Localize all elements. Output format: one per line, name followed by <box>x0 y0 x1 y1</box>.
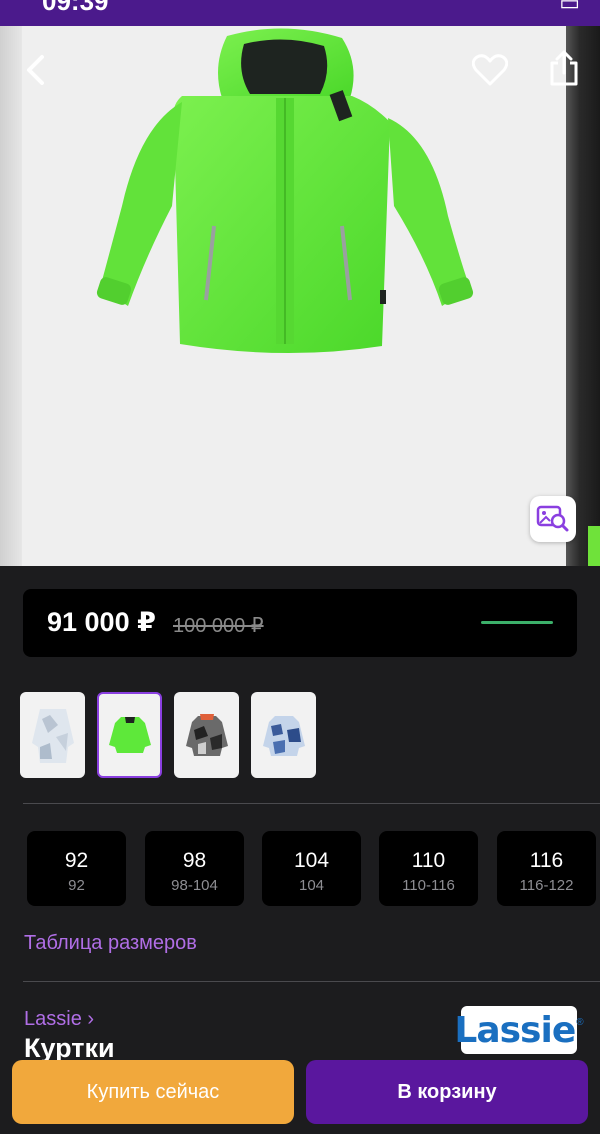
section-divider <box>23 981 600 982</box>
product-image[interactable] <box>22 26 568 566</box>
brand-link[interactable]: Lassie › <box>24 1008 94 1031</box>
next-image-peek <box>566 26 600 566</box>
size-option[interactable]: 110 110-116 <box>379 831 478 906</box>
jacket-thumbnail <box>31 709 74 763</box>
size-option-main: 110 <box>411 849 446 872</box>
size-option[interactable]: 104 104 <box>262 831 361 906</box>
heart-icon <box>472 54 508 86</box>
size-option-main: 98 <box>182 849 207 872</box>
size-selector: 92 92 98 98-104 104 104 110 110-116 116 … <box>27 831 600 907</box>
color-swatch-lime-green[interactable] <box>97 692 162 778</box>
size-option-main: 92 <box>64 849 89 872</box>
size-table-link[interactable]: Таблица размеров <box>24 932 197 955</box>
size-option-main: 116 <box>529 849 564 872</box>
favorite-button[interactable] <box>468 48 512 92</box>
price-current: 91 000 ₽ <box>47 607 156 637</box>
previous-image-peek <box>0 26 22 566</box>
size-option[interactable]: 92 92 <box>27 831 126 906</box>
bottom-action-bar: Купить сейчас В корзину <box>0 1058 600 1134</box>
section-divider <box>23 803 600 804</box>
image-search-icon <box>536 505 569 532</box>
color-swatch-black-camo[interactable] <box>174 692 239 778</box>
battery-icon: ▭ <box>559 0 580 15</box>
jacket-thumbnail <box>185 714 228 756</box>
add-to-cart-button[interactable]: В корзину <box>306 1060 588 1124</box>
jacket-thumbnail <box>108 717 151 753</box>
brand-logo[interactable]: Lassie ® <box>454 1006 584 1054</box>
jacket-image <box>96 28 474 354</box>
size-option[interactable]: 98 98-104 <box>145 831 244 906</box>
size-option-sub: 92 <box>68 877 85 894</box>
status-time: 09:39 <box>42 0 109 16</box>
size-option-sub: 116-122 <box>519 877 574 894</box>
share-icon <box>550 50 578 86</box>
size-option-main: 104 <box>293 849 330 872</box>
price-old: 100 000 ₽ <box>173 615 264 637</box>
visual-search-button[interactable] <box>530 496 576 542</box>
price-bar: 91 000 ₽ 100 000 ₽ <box>23 589 577 657</box>
size-option-sub: 104 <box>298 877 325 894</box>
size-option[interactable]: 116 116-122 <box>497 831 596 906</box>
buy-now-button[interactable]: Купить сейчас <box>12 1060 294 1124</box>
registered-mark: ® <box>576 1016 584 1028</box>
color-swatch-light-camo[interactable] <box>20 692 85 778</box>
chevron-left-icon <box>27 55 44 85</box>
jacket-thumbnail <box>262 716 305 756</box>
size-option-sub: 110-116 <box>402 877 455 894</box>
back-button[interactable] <box>14 48 58 92</box>
size-option-sub: 98-104 <box>171 877 218 894</box>
share-button[interactable] <box>542 46 586 90</box>
status-bar: 09:39 ▭ <box>0 0 600 26</box>
brand-logo-text: Lassie <box>454 1009 576 1051</box>
product-image-gallery[interactable] <box>0 26 600 566</box>
price-indicator-line <box>481 621 553 624</box>
color-swatch-blue-camo[interactable] <box>251 692 316 778</box>
